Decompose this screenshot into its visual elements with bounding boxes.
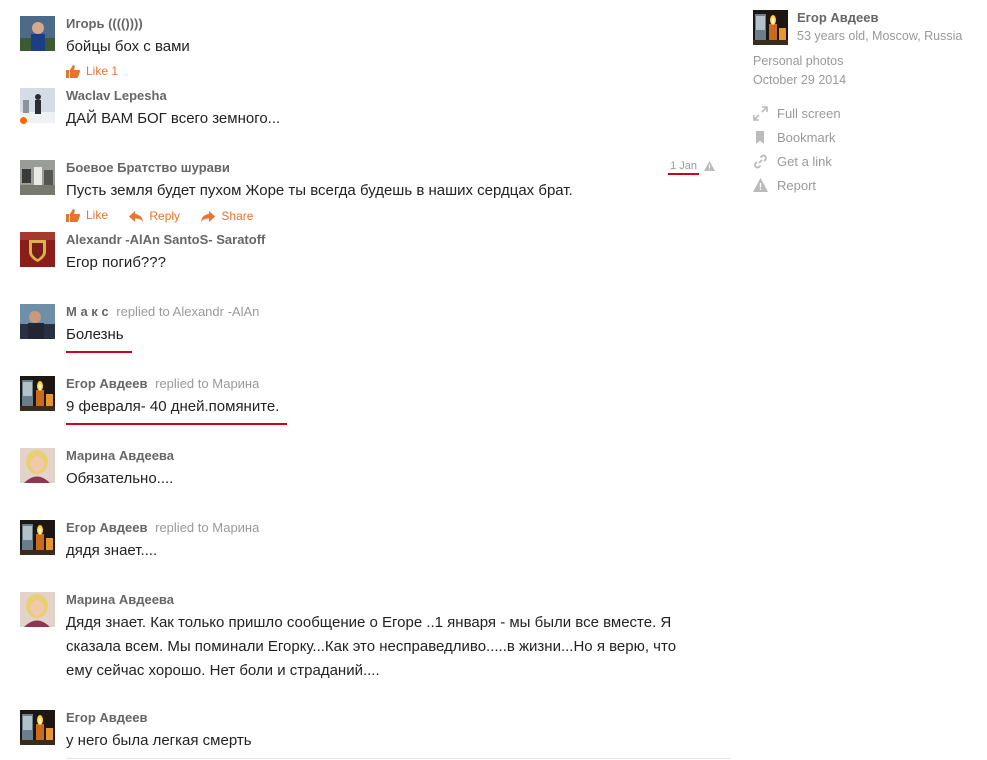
expand-icon: [753, 105, 768, 121]
online-status-dot: [19, 116, 28, 125]
like-label: Like 1: [86, 64, 119, 78]
comment-author[interactable]: Боевое Братство шурави: [66, 160, 230, 175]
replied-to-name[interactable]: Alexandr -AlAn: [173, 304, 260, 319]
owner-info: 53 years old, Moscow, Russia: [797, 29, 963, 43]
replied-to-name[interactable]: Марина: [212, 376, 259, 391]
replied-to-name[interactable]: Марина: [212, 520, 259, 535]
avatar[interactable]: [20, 304, 55, 339]
avatar[interactable]: [20, 520, 55, 555]
annotation-underline: [66, 351, 132, 353]
comment-text: ДАЙ ВАМ БОГ всего земного...: [66, 110, 281, 127]
bookmark-icon: [756, 130, 764, 144]
comment-author[interactable]: Егор Авдеев: [66, 376, 148, 391]
divider: [66, 758, 730, 759]
comment-text: Егор погиб???: [66, 254, 166, 271]
share-button[interactable]: Share: [201, 208, 253, 224]
avatar[interactable]: [20, 376, 55, 411]
owner-avatar[interactable]: [753, 10, 788, 45]
owner-name[interactable]: Егор Авдеев: [797, 10, 879, 25]
avatar[interactable]: [20, 160, 55, 195]
comment-text-line: Дядя знает. Как только пришло сообщение …: [66, 614, 672, 631]
avatar[interactable]: [20, 448, 55, 483]
comment-text: Болезнь: [66, 323, 725, 353]
comment-text-value: 9 февраля- 40 дней.помяните.: [66, 398, 280, 415]
full-screen-label: Full screen: [777, 105, 841, 121]
comment-author[interactable]: Alexandr -AlAn SantoS- Saratoff: [66, 232, 265, 247]
report-label: Report: [777, 177, 817, 193]
comment-author[interactable]: Марина Авдеева: [66, 448, 174, 463]
share-label: Share: [221, 209, 254, 223]
get-link-link[interactable]: Get a link: [753, 149, 841, 173]
comment-text: Дядя знает. Как только пришло сообщение …: [66, 611, 725, 683]
thumbs-up-icon: [66, 64, 80, 78]
bookmark-label: Bookmark: [777, 129, 836, 145]
avatar[interactable]: [20, 592, 55, 627]
share-arrow-icon: [201, 210, 216, 222]
comment-text: у него была легкая смерть: [66, 732, 252, 749]
avatar[interactable]: [20, 16, 55, 51]
comment-author[interactable]: Марина Авдеева: [66, 592, 174, 607]
thumbs-up-icon: [66, 208, 80, 222]
full-screen-link[interactable]: Full screen: [753, 101, 841, 125]
comment-date[interactable]: 1 Jan: [668, 160, 699, 175]
warning-icon: [753, 178, 768, 192]
comment-text: Пусть земля будет пухом Жоре ты всегда б…: [66, 182, 573, 199]
replied-to-label: replied to: [116, 304, 170, 319]
comment-text-value: Болезнь: [66, 326, 124, 343]
annotation-underline: [66, 423, 288, 425]
comment-author[interactable]: Игорь (((()))): [66, 16, 143, 31]
like-button[interactable]: Like: [66, 207, 108, 223]
report-warning-icon[interactable]: [704, 161, 715, 171]
replied-to-label: replied to: [155, 376, 209, 391]
get-link-label: Get a link: [777, 153, 832, 169]
comment-author[interactable]: М а к с: [66, 304, 109, 319]
comment-author[interactable]: Егор Авдеев: [66, 520, 148, 535]
comment-text: дядя знает....: [66, 542, 158, 559]
bookmark-link[interactable]: Bookmark: [753, 125, 841, 149]
avatar[interactable]: [20, 710, 55, 745]
comment-author[interactable]: Егор Авдеев: [66, 710, 148, 725]
like-label: Like: [86, 208, 109, 222]
reply-arrow-icon: [129, 210, 144, 222]
annotation-underline: [668, 173, 699, 175]
album-link[interactable]: Personal photos: [753, 54, 843, 68]
comment-author[interactable]: Waclav Lepesha: [66, 88, 167, 103]
comment-text-line: сказала всем. Мы поминали Егорку...Как э…: [66, 638, 677, 655]
photo-date: October 29 2014: [753, 73, 847, 87]
comment-date-label: 1 Jan: [670, 160, 697, 172]
comment-text: Обязательно....: [66, 470, 174, 487]
comment-text: бойцы бох с вами: [66, 38, 190, 55]
comment-text-line: ему сейчас хорошо. Нет боли и страданий.…: [66, 662, 380, 679]
reply-label: Reply: [149, 209, 181, 223]
comment-text: 9 февраля- 40 дней.помяните.: [66, 395, 725, 425]
like-button[interactable]: Like 1: [66, 63, 118, 79]
replied-to-label: replied to: [155, 520, 209, 535]
avatar[interactable]: [20, 232, 55, 267]
chain-link-icon: [754, 154, 767, 168]
reply-button[interactable]: Reply: [129, 208, 180, 224]
report-link[interactable]: Report: [753, 173, 841, 197]
